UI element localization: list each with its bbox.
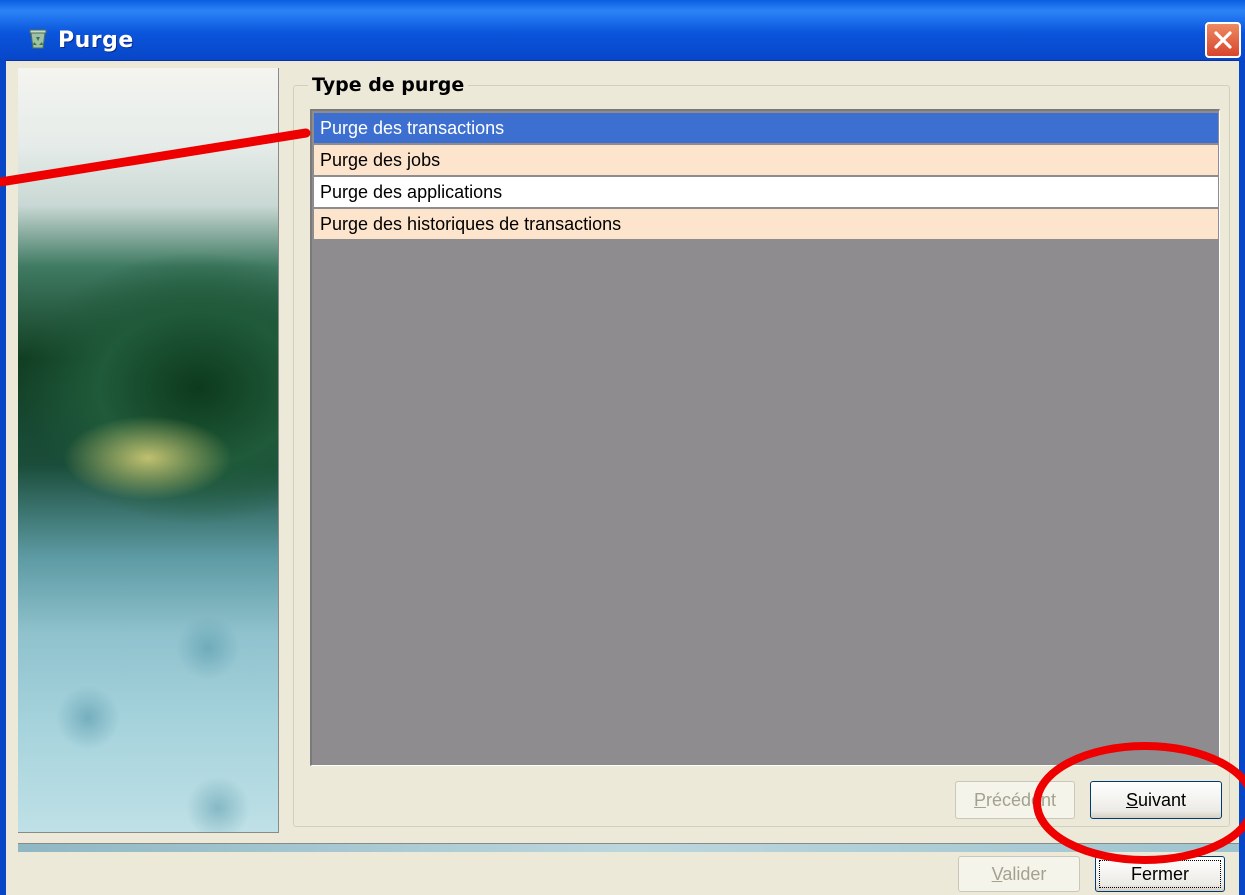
group-label: Type de purge [308, 74, 469, 96]
validate-button[interactable]: Valider [958, 856, 1080, 892]
title-bar[interactable]: Purge [0, 0, 1245, 61]
list-item-transactions[interactable]: Purge des transactions [314, 113, 1218, 143]
purge-type-list[interactable]: Purge des transactions Purge des jobs Pu… [310, 109, 1220, 766]
window-frame-right [1239, 60, 1245, 895]
close-window-button[interactable] [1205, 22, 1241, 58]
previous-access-key: P [973, 790, 986, 810]
previous-label: récédent [985, 790, 1057, 810]
window-title: Purge [58, 28, 134, 53]
next-label: uivant [1137, 790, 1187, 810]
next-button[interactable]: Suivant [1090, 781, 1222, 819]
list-item-jobs[interactable]: Purge des jobs [314, 145, 1218, 175]
list-item-transaction-history[interactable]: Purge des historiques de transactions [314, 209, 1218, 239]
list-item-applications[interactable]: Purge des applications [314, 177, 1218, 207]
footer-separator [18, 843, 1239, 852]
close-button[interactable]: Fermer [1095, 856, 1225, 892]
window-frame-left [0, 60, 6, 895]
validate-access-key: V [991, 864, 1003, 884]
next-access-key: S [1125, 790, 1138, 810]
previous-button[interactable]: Précédent [955, 781, 1075, 819]
close-label: Fermer [1131, 864, 1189, 884]
validate-label: alider [1002, 864, 1047, 884]
purge-dialog: Purge Type de purge Purge des transactio… [0, 0, 1245, 895]
wizard-side-image [18, 68, 279, 833]
recycle-bin-icon [26, 26, 50, 50]
